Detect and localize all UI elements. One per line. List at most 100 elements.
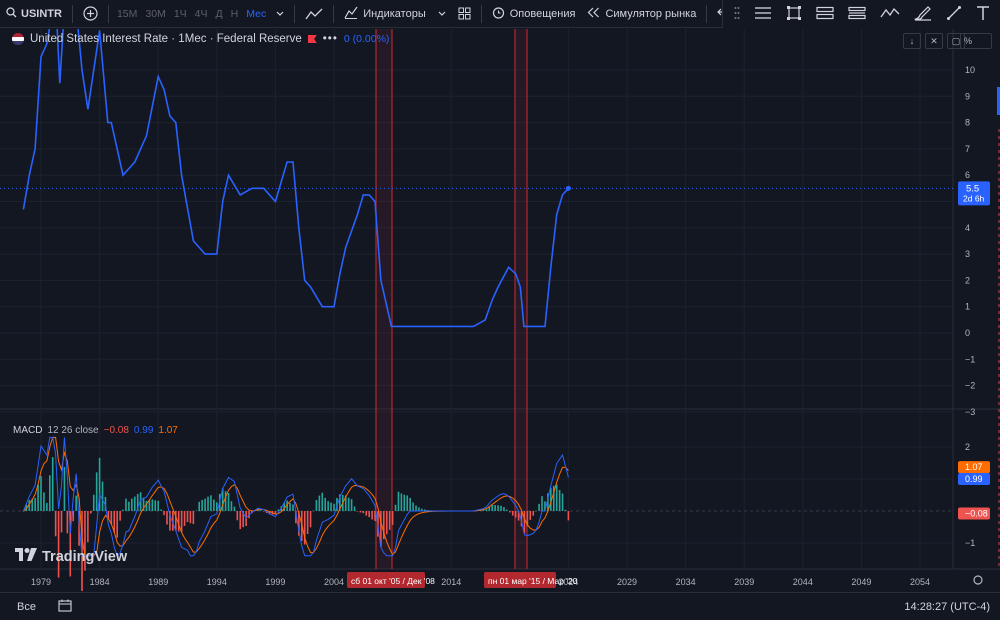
channel-icon xyxy=(816,6,834,23)
macd-histogram-bar xyxy=(72,511,75,522)
drag-handle[interactable] xyxy=(727,0,747,28)
price-tick-label: 6 xyxy=(965,170,970,180)
trend-line-tool[interactable] xyxy=(939,0,969,28)
divider xyxy=(71,4,73,23)
grip-icon xyxy=(734,6,740,23)
macd-histogram-bar xyxy=(75,495,77,511)
macd-histogram-bar xyxy=(371,511,373,520)
square-icon: ▢ xyxy=(951,35,961,46)
drawing-toolbar xyxy=(722,0,1000,28)
macd-tick-label: −1 xyxy=(965,538,975,548)
macd-histogram-bar xyxy=(391,511,394,525)
compare-button[interactable] xyxy=(77,0,104,28)
price-tick-label: 2 xyxy=(965,275,970,285)
symbol-search[interactable]: USINTR xyxy=(0,0,68,28)
rectangle-icon xyxy=(786,5,802,24)
macd-histogram-bar xyxy=(192,511,195,525)
replay-button[interactable]: Симулятор рынка xyxy=(581,0,702,28)
price-tick-label: 10 xyxy=(965,65,975,75)
time-axis-label: 2034 xyxy=(676,577,696,587)
chart-canvas[interactable]: 109876543210−1−2−31979198419891994199920… xyxy=(0,29,1000,591)
timeframe-dropdown[interactable] xyxy=(270,0,290,28)
line-chart-icon xyxy=(305,7,323,21)
percent-scale-button[interactable]: % xyxy=(960,33,992,49)
macd-histogram-bar xyxy=(148,500,151,511)
price-tick-label: 3 xyxy=(965,249,970,259)
timeframe-3[interactable]: 4Ч xyxy=(191,8,212,20)
macd-histogram-bar xyxy=(292,504,294,511)
macd-histogram-bar xyxy=(183,511,186,526)
price-tick-label: −2 xyxy=(965,381,975,391)
alerts-button[interactable]: Оповещения xyxy=(486,0,582,28)
macd-line[interactable] xyxy=(22,436,569,557)
tradingview-logo: TradingView xyxy=(15,548,127,565)
range-all-button[interactable]: Все xyxy=(17,601,36,613)
macd-histogram-bar xyxy=(116,511,118,538)
timeframe-5[interactable]: Н xyxy=(227,8,243,20)
macd-histogram-bar xyxy=(236,511,239,521)
macd-histogram-bar xyxy=(500,505,502,511)
scroll-down-button[interactable]: ↓ xyxy=(903,33,921,49)
horizontal-lines-tool[interactable] xyxy=(747,0,779,28)
macd-histogram-bar xyxy=(365,511,368,516)
macd-histogram-bar xyxy=(48,475,51,511)
last-price-dot xyxy=(565,185,571,191)
interest-rate-line[interactable] xyxy=(22,29,569,328)
parallel-channel-tool[interactable] xyxy=(809,0,841,28)
calendar-icon xyxy=(58,599,72,615)
time-axis-label: 2029 xyxy=(617,577,637,587)
macd-histogram-bar xyxy=(289,502,291,511)
divider xyxy=(107,4,109,23)
macd-histogram-bar xyxy=(318,495,321,511)
collapse-button[interactable]: ✕ xyxy=(925,33,943,49)
macd-histogram-bar xyxy=(195,510,198,512)
arrow-down-icon: ↓ xyxy=(909,36,915,46)
clock-timezone[interactable]: 14:28:27 (UTC-4) xyxy=(904,601,990,613)
macd-legend[interactable]: MACD 12 26 close −0.08 0.99 1.07 xyxy=(13,425,178,436)
macd-histogram-bar xyxy=(362,511,365,514)
macd-signal-line[interactable] xyxy=(23,436,569,557)
macd-histogram-bar xyxy=(368,511,370,518)
more-options-icon[interactable]: ••• xyxy=(323,33,338,45)
trend-line-icon xyxy=(946,5,962,24)
macd-histogram-bar xyxy=(207,496,209,511)
macd-histogram-bar xyxy=(321,492,324,511)
series-legend[interactable]: United States Interest Rate · 1Мес · Fed… xyxy=(12,33,389,45)
path-tool[interactable] xyxy=(873,0,907,28)
macd-line-price-label: 0.99 xyxy=(965,474,983,484)
macd-histogram-bar xyxy=(92,494,95,511)
macd-histogram-bar xyxy=(57,511,60,578)
chart-type-button[interactable] xyxy=(299,0,329,28)
price-tick-label: 9 xyxy=(965,91,970,101)
rectangle-tool[interactable] xyxy=(779,0,809,28)
time-axis-label: 2014 xyxy=(441,577,461,587)
macd-histogram-bar xyxy=(564,509,567,511)
macd-histogram-bar xyxy=(157,500,159,511)
macd-hist-price-label: −0.08 xyxy=(965,509,988,519)
templates-button[interactable] xyxy=(452,0,477,28)
timeframe-0[interactable]: 15М xyxy=(113,8,141,20)
settings-gear-icon[interactable] xyxy=(973,575,983,585)
macd-histogram-bar xyxy=(34,497,36,511)
zigzag-icon xyxy=(880,6,900,23)
macd-histogram-bar xyxy=(406,495,409,511)
text-tool[interactable] xyxy=(969,0,997,28)
timeframe-2[interactable]: 1Ч xyxy=(170,8,191,20)
brush-tool[interactable] xyxy=(907,0,939,28)
pitchfork-tool[interactable] xyxy=(841,0,873,28)
macd-histogram-bar xyxy=(394,504,397,511)
macd-histogram-bar xyxy=(54,511,57,537)
timeframe-4[interactable]: Д xyxy=(212,8,227,20)
indicators-button[interactable]: Индикаторы xyxy=(338,0,432,28)
brush-icon xyxy=(913,5,932,24)
macd-histogram-bar xyxy=(189,511,192,524)
goto-date-button[interactable] xyxy=(58,599,72,615)
macd-histogram-bar xyxy=(46,502,48,511)
macd-histogram-bar xyxy=(180,511,183,532)
macd-histogram-bar xyxy=(397,491,400,511)
timeframe-6[interactable]: Мес xyxy=(242,8,270,20)
indicators-dropdown[interactable] xyxy=(432,0,452,28)
macd-histogram-bar xyxy=(388,511,391,530)
timeframe-1[interactable]: 30М xyxy=(141,8,169,20)
macd-histogram-bar xyxy=(558,489,561,511)
